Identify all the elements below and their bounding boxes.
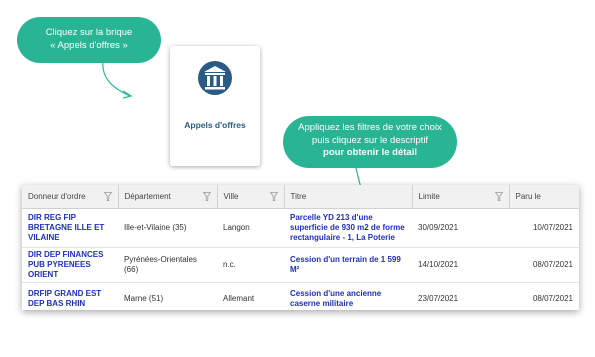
column-header-label: Limite [418, 192, 440, 201]
callout-line: Appliquez les filtres de votre choix [298, 122, 442, 133]
cell-ville: Langon [217, 208, 284, 248]
cell-paru: 08/07/2021 [509, 247, 579, 283]
cell-donneur[interactable]: DIR DEP FINANCES PUB PYRENEES ORIENT [22, 247, 118, 283]
callout-click-tile: Cliquez sur la brique « Appels d'offres … [17, 17, 161, 63]
arrow-to-tile-head [122, 90, 133, 99]
cell-titre-link[interactable]: Parcelle YD 213 d'une superficie de 930 … [284, 208, 412, 248]
cell-titre-link[interactable]: Cession d'une ancienne caserne militaire [284, 282, 412, 310]
table-row[interactable]: DIR REG FIP BRETAGNE ILLE ET VILAINE Ill… [22, 208, 579, 248]
filter-icon[interactable] [202, 192, 211, 201]
column-header-paru[interactable]: Paru le [509, 185, 579, 209]
cell-limite: 23/07/2021 [412, 282, 509, 310]
filter-icon[interactable] [269, 192, 278, 201]
cell-titre-link[interactable]: Cession d'un terrain de 1 599 M² [284, 247, 412, 283]
column-header-titre[interactable]: Titre [284, 185, 413, 209]
filter-icon[interactable] [103, 192, 112, 201]
column-header-ville[interactable]: Ville [217, 185, 285, 209]
callout-line: Cliquez sur la brique [45, 27, 133, 38]
appels-offres-tile[interactable]: Appels d'offres [170, 46, 260, 166]
callout-line: pour obtenir le détail [323, 147, 417, 158]
cell-limite: 30/09/2021 [412, 208, 509, 248]
column-header-label: Paru le [515, 192, 541, 201]
column-header-label: Département [124, 192, 171, 201]
callout-apply-filters: Appliquez les filtres de votre choix pui… [283, 116, 457, 168]
table-row[interactable]: DIR DEP FINANCES PUB PYRENEES ORIENT Pyr… [22, 247, 579, 283]
column-header-label: Titre [290, 192, 307, 201]
arrow-to-tile [102, 59, 131, 97]
institution-icon [198, 61, 232, 95]
column-header-departement[interactable]: Département [118, 185, 218, 209]
cell-donneur[interactable]: DIR REG FIP BRETAGNE ILLE ET VILAINE [22, 208, 118, 248]
cell-limite: 14/10/2021 [412, 247, 509, 283]
column-header-label: Donneur d'ordre [28, 192, 86, 201]
cell-ville: Allemant [217, 282, 284, 310]
tile-label: Appels d'offres [184, 120, 246, 130]
table-row[interactable]: DRFIP GRAND EST DEP BAS RHIN Marne (51) … [22, 282, 579, 310]
filter-icon[interactable] [494, 192, 503, 201]
tenders-table: Donneur d'ordre Département Ville Titre … [22, 185, 579, 310]
column-header-limite[interactable]: Limite [412, 185, 510, 209]
cell-donneur[interactable]: DRFIP GRAND EST DEP BAS RHIN [22, 282, 118, 310]
callout-line: « Appels d'offres » [50, 39, 128, 51]
cell-departement: Marne (51) [118, 282, 217, 310]
callout-line: puis cliquez sur le descriptif [311, 134, 429, 146]
table-header-row: Donneur d'ordre Département Ville Titre … [22, 185, 579, 209]
column-header-donneur[interactable]: Donneur d'ordre [22, 185, 119, 209]
column-header-label: Ville [223, 192, 239, 201]
cell-departement: Pyrénées-Orientales (66) [118, 247, 217, 283]
cell-departement: Ille-et-Vilaine (35) [118, 208, 217, 248]
cell-paru: 10/07/2021 [509, 208, 579, 248]
cell-ville: n.c. [217, 247, 284, 283]
cell-paru: 08/07/2021 [509, 282, 579, 310]
